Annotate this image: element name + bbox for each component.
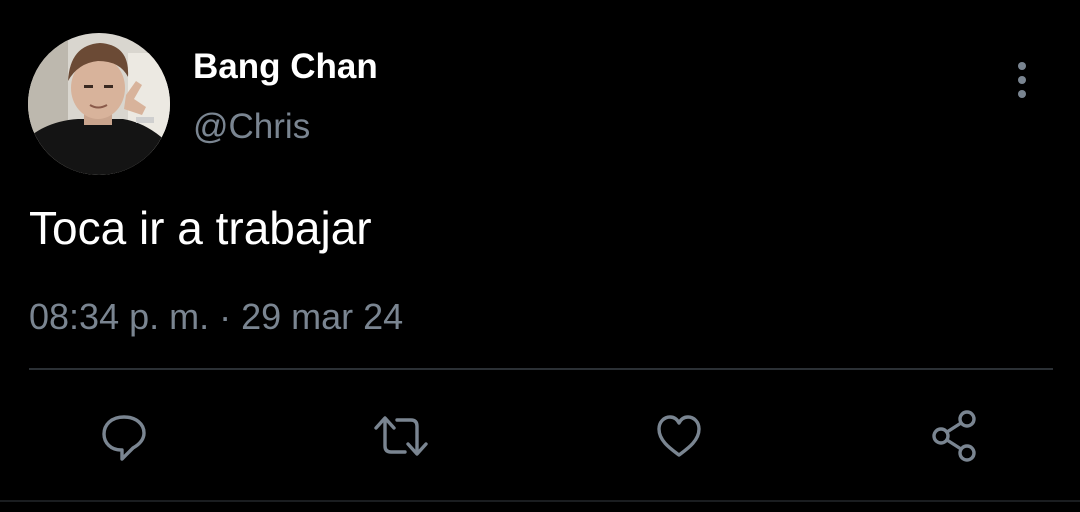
more-options-button[interactable] [1000, 58, 1044, 102]
tweet-detail: Bang Chan @Chris Toca ir a trabajar 08:3… [0, 0, 1080, 512]
author-avatar[interactable] [28, 33, 170, 175]
author-handle[interactable]: @Chris [193, 106, 310, 148]
speech-bubble-icon [102, 415, 146, 461]
meta-separator: · [219, 296, 232, 337]
share-button[interactable] [920, 400, 992, 472]
share-icon [932, 410, 976, 462]
more-dots-icon [1018, 62, 1026, 70]
tweet-time: 08:34 p. m. [29, 296, 210, 337]
divider [29, 368, 1053, 370]
retweet-button[interactable] [365, 400, 437, 472]
bottom-divider [0, 500, 1080, 502]
tweet-actions-bar [0, 400, 1080, 472]
more-dot [1018, 90, 1026, 98]
more-dot [1018, 76, 1026, 84]
tweet-date: 29 mar 24 [241, 296, 404, 337]
avatar-photo [28, 33, 170, 175]
like-button[interactable] [643, 400, 715, 472]
heart-icon [657, 415, 701, 457]
tweet-timestamp[interactable]: 08:34 p. m. · 29 mar 24 [29, 294, 403, 340]
tweet-text: Toca ir a trabajar [29, 202, 372, 254]
retweet-arrows-icon [374, 416, 428, 456]
reply-button[interactable] [88, 400, 160, 472]
author-display-name[interactable]: Bang Chan [193, 46, 378, 88]
